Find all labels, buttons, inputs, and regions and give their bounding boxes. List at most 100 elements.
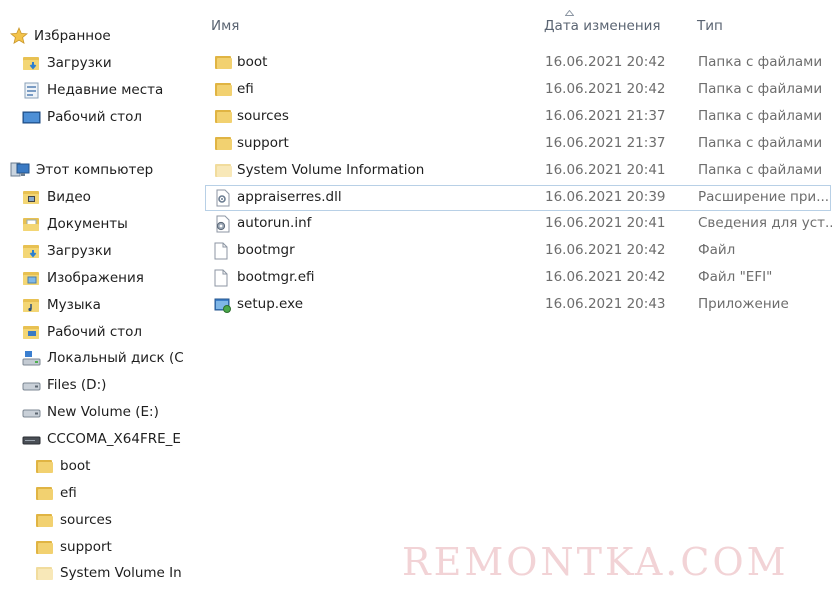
file-name: efi	[237, 81, 254, 97]
navigation-pane: Избранное Загрузки Недавние места Рабочи…	[0, 0, 190, 594]
nav-pc-music[interactable]: Музыка	[22, 293, 101, 317]
file-type: Файл "EFI"	[698, 269, 773, 285]
file-type: Папка с файлами	[698, 81, 823, 97]
file-name: support	[237, 135, 289, 151]
file-type: Файл	[698, 242, 736, 258]
table-row[interactable]: autorun.inf 16.06.2021 20:41 Сведения дл…	[206, 212, 832, 237]
downloads-icon	[22, 55, 41, 72]
dll-file-icon	[214, 189, 232, 207]
file-name: sources	[237, 108, 289, 124]
file-name: boot	[237, 54, 268, 70]
nav-favorites-downloads[interactable]: Загрузки	[22, 51, 112, 75]
nav-label: efi	[60, 485, 77, 501]
nav-drive-boot[interactable]: boot	[35, 454, 90, 478]
folder-icon	[214, 108, 233, 125]
nav-drive-system-volume[interactable]: System Volume In	[35, 561, 182, 585]
nav-label: Этот компьютер	[36, 162, 154, 178]
file-name: bootmgr.efi	[237, 269, 315, 285]
nav-label: Музыка	[47, 297, 101, 313]
file-name: bootmgr	[237, 242, 295, 258]
nav-favorites[interactable]: Избранное	[9, 24, 111, 48]
documents-icon	[22, 216, 41, 233]
column-header-date[interactable]: Дата изменения	[544, 18, 661, 34]
folder-icon	[35, 512, 54, 529]
nav-label: Загрузки	[47, 243, 112, 259]
nav-pc-pictures[interactable]: Изображения	[22, 266, 144, 290]
drive-icon	[22, 377, 41, 394]
recent-places-icon	[22, 82, 41, 99]
drive-icon	[22, 404, 41, 421]
nav-label: New Volume (E:)	[47, 404, 159, 420]
file-icon	[214, 269, 228, 287]
setup-exe-icon	[214, 296, 232, 314]
nav-favorites-desktop[interactable]: Рабочий стол	[22, 105, 142, 129]
file-name: appraiserres.dll	[237, 189, 342, 205]
nav-label: Избранное	[34, 28, 111, 44]
nav-pc-drive-e[interactable]: New Volume (E:)	[22, 400, 159, 424]
column-header-name[interactable]: Имя	[211, 18, 239, 34]
nav-pc-videos[interactable]: Видео	[22, 185, 91, 209]
nav-this-pc[interactable]: Этот компьютер	[10, 158, 153, 182]
table-row[interactable]: System Volume Information 16.06.2021 20:…	[206, 159, 832, 184]
file-date: 16.06.2021 20:41	[545, 215, 666, 231]
nav-label: sources	[60, 512, 112, 528]
star-icon	[9, 26, 29, 45]
nav-pc-drive-d[interactable]: Files (D:)	[22, 373, 106, 397]
file-list: Имя Дата изменения Тип boot 16.06.2021 2…	[200, 0, 832, 594]
file-date: 16.06.2021 20:41	[545, 162, 666, 178]
nav-pc-dvd-drive[interactable]: CCCOMA_X64FRE_E	[22, 427, 181, 451]
music-icon	[22, 297, 41, 314]
table-row[interactable]: bootmgr 16.06.2021 20:42 Файл	[206, 239, 832, 264]
table-row-selected[interactable]: appraiserres.dll 16.06.2021 20:39 Расшир…	[205, 185, 831, 211]
sort-ascending-icon	[564, 4, 575, 16]
file-date: 16.06.2021 20:43	[545, 296, 666, 312]
file-date: 16.06.2021 20:42	[545, 81, 666, 97]
videos-icon	[22, 189, 41, 206]
nav-label: support	[60, 539, 112, 555]
nav-drive-support[interactable]: support	[35, 535, 112, 559]
folder-icon	[214, 54, 233, 71]
nav-pc-local-disk-c[interactable]: Локальный диск (C	[22, 346, 184, 370]
file-name: setup.exe	[237, 296, 303, 312]
nav-drive-efi[interactable]: efi	[35, 481, 77, 505]
table-row[interactable]: boot 16.06.2021 20:42 Папка с файлами	[206, 51, 832, 76]
nav-drive-sources[interactable]: sources	[35, 508, 112, 532]
file-name: autorun.inf	[237, 215, 312, 231]
file-date: 16.06.2021 20:42	[545, 242, 666, 258]
file-date: 16.06.2021 21:37	[545, 108, 666, 124]
nav-label: Видео	[47, 189, 91, 205]
nav-pc-documents[interactable]: Документы	[22, 212, 128, 236]
downloads-icon	[22, 243, 41, 260]
file-type: Папка с файлами	[698, 54, 823, 70]
nav-pc-downloads[interactable]: Загрузки	[22, 239, 112, 263]
local-disk-icon	[22, 350, 41, 367]
file-type: Папка с файлами	[698, 135, 823, 151]
nav-favorites-recent[interactable]: Недавние места	[22, 78, 163, 102]
folder-hidden-icon	[35, 565, 54, 582]
nav-pc-desktop[interactable]: Рабочий стол	[22, 320, 142, 344]
nav-label: Недавние места	[47, 82, 164, 98]
nav-label: CCCOMA_X64FRE_E	[47, 431, 181, 447]
table-row[interactable]: setup.exe 16.06.2021 20:43 Приложение	[206, 293, 832, 318]
folder-icon	[214, 135, 233, 152]
nav-label: System Volume In	[60, 565, 182, 581]
nav-label: Изображения	[47, 270, 144, 286]
file-date: 16.06.2021 20:42	[545, 54, 666, 70]
table-row[interactable]: support 16.06.2021 21:37 Папка с файлами	[206, 132, 832, 157]
folder-icon	[35, 539, 54, 556]
column-header-type[interactable]: Тип	[697, 18, 723, 34]
folder-icon	[214, 81, 233, 98]
table-row[interactable]: efi 16.06.2021 20:42 Папка с файлами	[206, 78, 832, 103]
table-row[interactable]: bootmgr.efi 16.06.2021 20:42 Файл "EFI"	[206, 266, 832, 291]
nav-label: Локальный диск (C	[47, 350, 184, 366]
table-row[interactable]: sources 16.06.2021 21:37 Папка с файлами	[206, 105, 832, 130]
desktop-folder-icon	[22, 324, 41, 341]
folder-icon	[35, 485, 54, 502]
file-icon	[214, 242, 228, 260]
file-name: System Volume Information	[237, 162, 425, 178]
dvd-drive-icon	[22, 431, 41, 448]
pictures-icon	[22, 270, 41, 287]
file-type: Расширение при...	[698, 189, 830, 205]
file-date: 16.06.2021 20:42	[545, 269, 666, 285]
watermark: REMONTKA.COM	[402, 540, 789, 584]
